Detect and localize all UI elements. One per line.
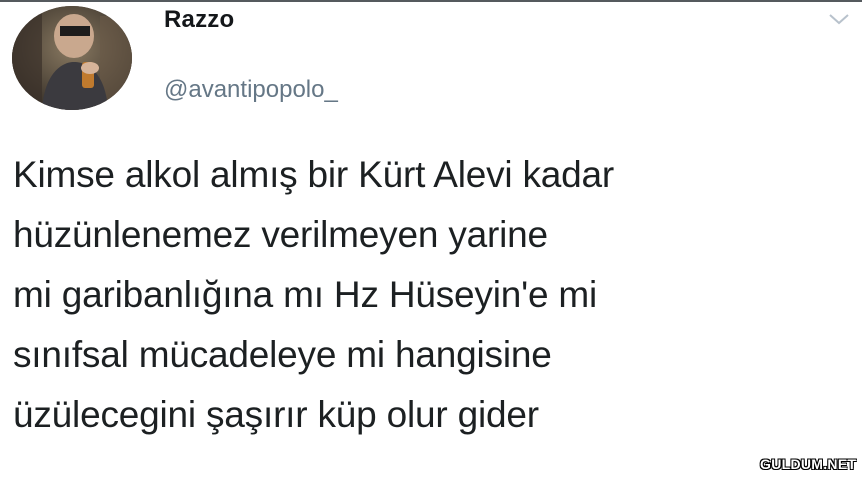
tweet-text-line: sınıfsal mücadeleye mi hangisine xyxy=(13,334,552,375)
profile-photo-icon xyxy=(12,6,132,110)
author-handle[interactable]: @avantipopolo_ xyxy=(164,76,338,104)
chevron-down-icon[interactable] xyxy=(828,12,850,26)
top-border xyxy=(0,0,862,2)
avatar[interactable] xyxy=(12,6,132,110)
tweet-text-line: hüzünlenemez verilmeyen yarine xyxy=(13,214,548,255)
tweet-text-line: Kimse alkol almış bir Kürt Alevi kadar xyxy=(13,154,615,195)
tweet-text-line: mi garibanlığına mı Hz Hüseyin'e mi xyxy=(13,274,598,315)
watermark: GULDUM.NET xyxy=(760,456,857,472)
author-display-name[interactable]: Razzo xyxy=(164,6,234,34)
tweet-text-line: üzülecegini şaşırır küp olur gider xyxy=(13,394,539,435)
tweet-text: Kimse alkol almış bir Kürt Alevi kadar h… xyxy=(13,145,853,445)
